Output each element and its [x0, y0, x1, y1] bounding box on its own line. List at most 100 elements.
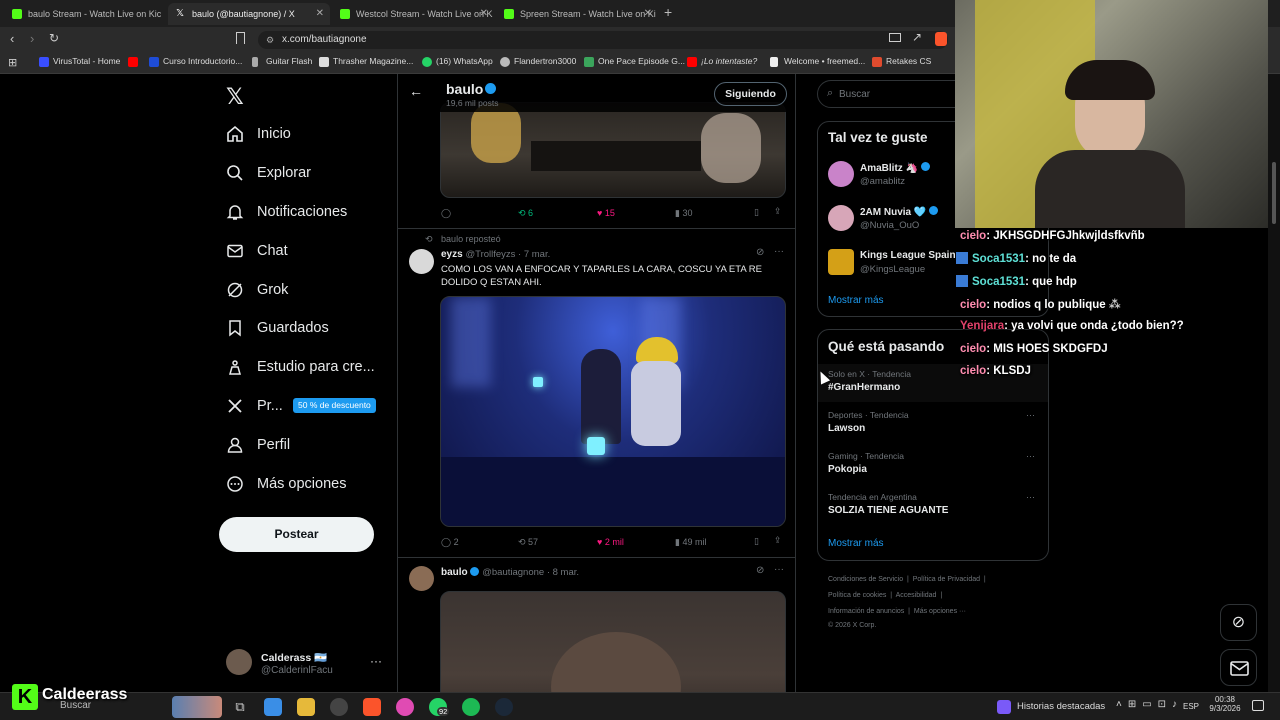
bookmark-page-icon[interactable]	[236, 32, 245, 44]
spotify-icon[interactable]	[462, 698, 480, 716]
bookmark-thrasher[interactable]: Thrasher Magazine...	[319, 56, 413, 67]
nav-guardados[interactable]: Guardados	[226, 312, 386, 344]
nav-premium[interactable]: Pr... 50 % de descuento	[226, 390, 386, 422]
nav-notificaciones[interactable]: Notificaciones	[226, 196, 386, 228]
bookmark-flandertron[interactable]: Flandertron3000	[500, 56, 576, 67]
page-scrollbar[interactable]	[1268, 74, 1280, 692]
nav-mas-opciones[interactable]: Más opciones	[226, 468, 386, 500]
bookmark-whatsapp[interactable]: (16) WhatsApp	[422, 56, 493, 67]
views-button[interactable]: ▮ 49 mil	[675, 537, 706, 548]
back-arrow-icon[interactable]: ←	[409, 83, 423, 99]
show-more-link[interactable]: Mostrar más	[828, 295, 884, 306]
tab-baulo-x[interactable]: 𝕏 baulo (@bautiagnone) / X ✕	[168, 3, 330, 25]
cast-icon[interactable]	[889, 33, 901, 42]
messages-float-button[interactable]	[1220, 649, 1257, 686]
views-button[interactable]: ▮ 30	[675, 208, 692, 219]
bookmark-virustotal[interactable]: VirusTotal - Home	[39, 56, 120, 67]
x-logo-icon[interactable]: 𝕏	[226, 84, 244, 110]
suggestion-name[interactable]: 2AM Nuvia 🩵	[860, 206, 939, 218]
footer-link[interactable]: Política de cookies	[828, 592, 886, 599]
share-icon[interactable]: ↗	[912, 30, 922, 44]
steam-icon[interactable]	[495, 698, 513, 716]
close-tab-icon[interactable]: ✕	[316, 3, 324, 25]
author-name[interactable]: eyzs	[441, 249, 463, 260]
site-settings-icon[interactable]: ⚙	[266, 31, 274, 49]
trend-more-icon[interactable]: ···	[1026, 451, 1035, 461]
reload-icon[interactable]: ↻	[49, 31, 59, 45]
brave-shield-icon[interactable]	[935, 32, 947, 46]
trend-item[interactable]: Tendencia en Argentina SOLZIA TIENE AGUA…	[818, 488, 1048, 526]
suggestion-name[interactable]: Kings League Spain	[860, 250, 956, 261]
grok-post-icon[interactable]: ⊘	[756, 565, 764, 576]
brave-icon[interactable]	[363, 698, 381, 716]
avatar[interactable]	[828, 249, 854, 275]
post-image[interactable]	[440, 296, 786, 527]
trend-item[interactable]: Deportes · Tendencia Lawson ···	[818, 406, 1048, 444]
news-widget[interactable]: Historias destacadas	[1017, 701, 1105, 712]
nav-perfil[interactable]: Perfil	[226, 429, 386, 461]
post-button[interactable]: Postear	[219, 517, 374, 552]
clock[interactable]: 00:38 9/3/2026	[1208, 695, 1242, 713]
avatar[interactable]	[409, 566, 434, 591]
repost-button[interactable]: ⟲ 57	[518, 537, 538, 548]
like-button[interactable]: ♥ 2 mil	[597, 537, 624, 547]
nav-estudio[interactable]: Estudio para cre...	[226, 351, 386, 383]
bookmark-one-pace[interactable]: One Pace Episode G...	[584, 56, 685, 67]
post-image[interactable]	[440, 102, 786, 198]
bookmark-retakes[interactable]: Retakes CS	[872, 56, 931, 67]
footer-link[interactable]: Accesibilidad	[896, 592, 937, 599]
forward-icon[interactable]: ›	[30, 31, 34, 46]
url-bar[interactable]: ⚙ x.com/bautiagnone	[258, 31, 948, 49]
reply-icon[interactable]: ◯	[441, 208, 451, 219]
bookmark-freemed[interactable]: Welcome • freemed...	[770, 56, 865, 67]
bookmark-guitar-flash[interactable]: Guitar Flash	[252, 56, 312, 67]
timeline-column[interactable]: ← baulo 19,6 mil posts Siguiendo ◯ ⟲ 6 ♥…	[397, 74, 796, 720]
tab-westcol-kick[interactable]: Westcol Stream - Watch Live on K ✕	[332, 3, 494, 25]
obs-icon[interactable]	[330, 698, 348, 716]
share-icon[interactable]: ⇪	[774, 206, 782, 217]
trend-more-icon[interactable]: ···	[1026, 492, 1035, 502]
grok-post-icon[interactable]: ⊘	[756, 247, 764, 258]
trend-item[interactable]: Gaming · Tendencia Pokopia ···	[818, 447, 1048, 485]
reply-button[interactable]: ◯ 2	[441, 537, 459, 548]
suggestion-name[interactable]: AmaBlitz 🦄	[860, 162, 930, 174]
bookmark-icon[interactable]: ▯	[754, 207, 759, 218]
task-view-icon[interactable]: ⧉	[231, 698, 249, 716]
bookmark-curso[interactable]: Curso Introductorio...	[149, 56, 242, 67]
following-button[interactable]: Siguiendo	[714, 82, 787, 106]
bookmark-icon[interactable]: ▯	[754, 536, 759, 547]
nav-chat[interactable]: Chat	[226, 235, 386, 267]
show-more-link[interactable]: Mostrar más	[828, 538, 884, 549]
post-more-icon[interactable]: ···	[774, 246, 784, 257]
avatar[interactable]	[828, 161, 854, 187]
footer-link[interactable]: Condiciones de Servicio	[828, 576, 903, 583]
new-tab-button[interactable]: +	[664, 4, 672, 20]
scrollbar-thumb[interactable]	[1272, 162, 1276, 224]
share-icon[interactable]: ⇪	[774, 535, 782, 546]
system-tray-icons[interactable]: ˄⊞▭⊡♪	[1116, 699, 1183, 710]
apps-grid-icon[interactable]: ⊞	[8, 56, 17, 69]
microsoft-store-icon[interactable]	[264, 698, 282, 716]
tab-spreen-kick[interactable]: Spreen Stream - Watch Live on Ki ✕	[496, 3, 658, 25]
repost-button[interactable]: ⟲ 6	[518, 208, 533, 219]
avatar[interactable]	[828, 205, 854, 231]
footer-link[interactable]: Información de anuncios	[828, 608, 904, 615]
back-icon[interactable]: ‹	[10, 31, 14, 46]
close-tab-icon[interactable]: ✕	[480, 3, 488, 25]
bookmark-lo-intentaste[interactable]: ¡Lo intentaste?	[687, 56, 757, 67]
grok-float-button[interactable]: ⊘	[1220, 604, 1257, 641]
file-explorer-icon[interactable]	[297, 698, 315, 716]
close-tab-icon[interactable]: ✕	[644, 3, 652, 25]
avatar[interactable]	[226, 649, 252, 675]
language-indicator[interactable]: ESP	[1183, 702, 1199, 711]
like-button[interactable]: ♥ 15	[597, 208, 615, 218]
app-icon[interactable]	[396, 698, 414, 716]
post-more-icon[interactable]: ···	[774, 564, 784, 575]
notification-icon[interactable]	[1252, 700, 1264, 711]
nav-grok[interactable]: Grok	[226, 274, 386, 306]
avatar[interactable]	[409, 249, 434, 274]
author-name[interactable]: baulo	[441, 567, 468, 578]
nav-inicio[interactable]: Inicio	[226, 118, 386, 150]
nav-explorar[interactable]: Explorar	[226, 157, 386, 189]
account-menu-icon[interactable]: ···	[370, 654, 382, 668]
